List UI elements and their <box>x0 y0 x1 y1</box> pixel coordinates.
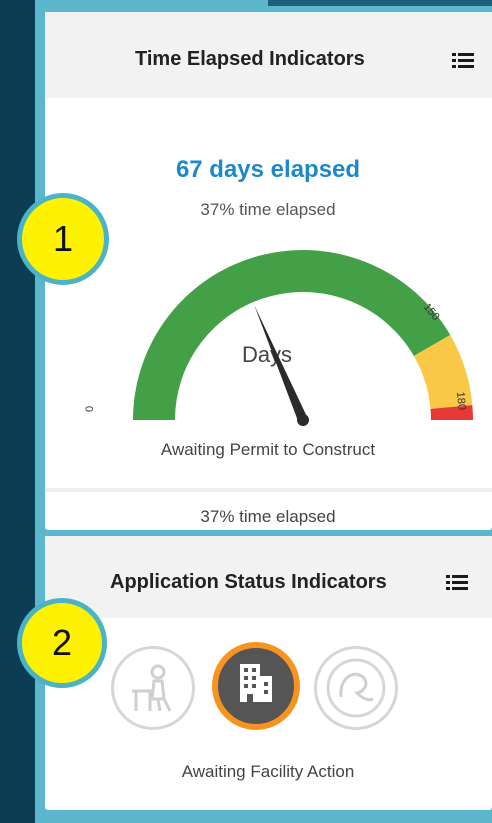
desk-worker-icon[interactable] <box>111 646 195 730</box>
gauge-center-label: Days <box>242 342 292 367</box>
gauge-tick-max: 180 <box>454 391 468 410</box>
frame-top-bar <box>268 0 492 6</box>
status-panel-menu-icon[interactable] <box>446 575 468 591</box>
application-status-panel: Application Status Indicators Awaiting F… <box>45 536 492 810</box>
status-panel-title: Application Status Indicators <box>110 571 387 593</box>
time-panel-title: Time Elapsed Indicators <box>135 48 365 70</box>
footer-percent-text: 37% time elapsed <box>200 507 336 526</box>
status-label: Awaiting Facility Action <box>181 762 355 781</box>
panel-separator <box>45 488 492 492</box>
callout-badge-1: 1 <box>17 193 109 285</box>
gauge-tick-min: 0 <box>84 406 96 412</box>
days-elapsed-text: 67 days elapsed <box>175 156 361 183</box>
atlas-document-icon[interactable] <box>314 646 398 730</box>
building-icon[interactable] <box>212 642 300 730</box>
gauge-needle-hub <box>297 414 309 426</box>
stage-label: Awaiting Permit to Construct <box>160 440 376 459</box>
callout-badge-2: 2 <box>17 598 107 688</box>
elapsed-gauge: Days 0 150 180 <box>84 250 473 426</box>
time-elapsed-panel: Time Elapsed Indicators 67 days elapsed … <box>45 12 492 530</box>
time-panel-menu-icon[interactable] <box>452 53 474 69</box>
